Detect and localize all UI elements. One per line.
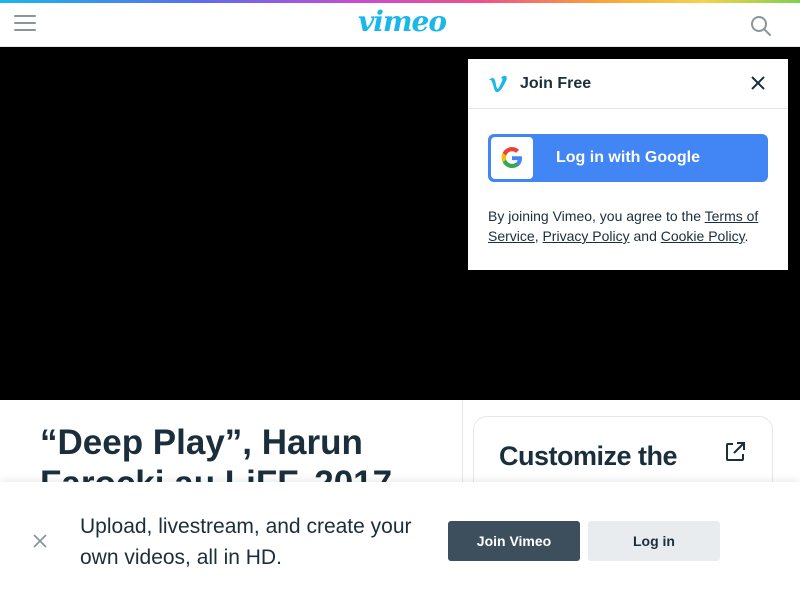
search-icon[interactable] [750, 15, 774, 39]
terms-prefix: By joining Vimeo, you agree to the [488, 208, 705, 224]
google-icon [491, 137, 533, 179]
terms-text: By joining Vimeo, you agree to the Terms… [488, 206, 773, 246]
top-navigation-bar: vimeo [0, 3, 800, 47]
terms-period: . [744, 228, 749, 244]
join-free-popup: Join Free Log in with Google By joining … [468, 59, 788, 270]
external-link-icon[interactable] [724, 441, 746, 463]
google-login-button[interactable]: Log in with Google [488, 134, 768, 182]
google-login-label: Log in with Google [556, 149, 700, 166]
vimeo-logo[interactable]: vimeo [358, 5, 447, 38]
banner-message: Upload, livestream, and create your own … [80, 515, 412, 569]
privacy-policy-link[interactable]: Privacy Policy [542, 228, 629, 244]
join-vimeo-button[interactable]: Join Vimeo [448, 521, 580, 561]
close-icon[interactable] [32, 533, 48, 549]
hamburger-icon[interactable] [14, 15, 36, 33]
terms-and: and [629, 228, 661, 244]
popup-header: Join Free [468, 59, 788, 109]
cookie-policy-link[interactable]: Cookie Policy [661, 228, 745, 244]
signup-banner: Upload, livestream, and create your own … [0, 482, 800, 600]
log-in-button[interactable]: Log in [588, 521, 720, 561]
vimeo-v-icon [488, 74, 508, 94]
customize-card-title: Customize the [499, 441, 678, 471]
close-icon[interactable] [750, 75, 766, 91]
popup-title: Join Free [520, 75, 592, 92]
